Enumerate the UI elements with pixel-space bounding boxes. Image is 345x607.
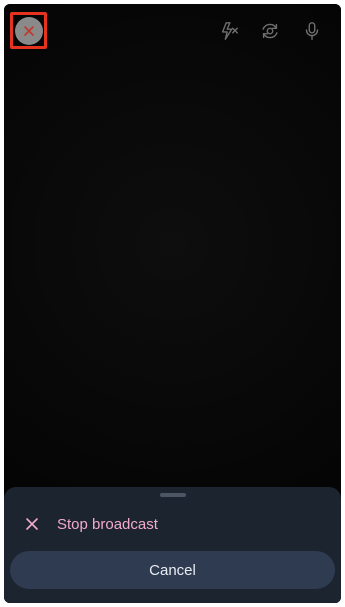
stop-broadcast-label: Stop broadcast [57,515,158,533]
sheet-drag-handle[interactable] [159,493,186,497]
cancel-button[interactable]: Cancel [10,551,335,589]
close-button-highlight [10,12,47,49]
stop-broadcast-button[interactable]: Stop broadcast [4,507,341,541]
switch-camera-icon [259,20,281,42]
action-sheet: Stop broadcast Cancel [4,487,341,603]
switch-camera-button[interactable] [257,18,283,44]
flash-off-icon [218,20,240,42]
phone-screen: Stop broadcast Cancel [4,4,341,603]
close-icon [23,25,35,37]
flash-toggle-button[interactable] [216,18,242,44]
close-button[interactable] [14,16,43,45]
x-icon [24,516,40,532]
cancel-label: Cancel [149,561,196,579]
microphone-button[interactable] [299,18,325,44]
microphone-icon [301,20,323,42]
